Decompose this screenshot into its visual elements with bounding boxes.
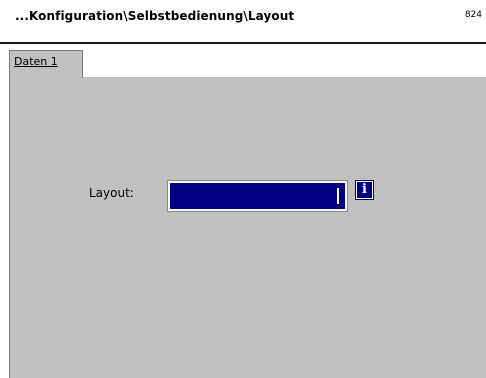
form-panel <box>9 77 486 378</box>
info-icon[interactable]: i <box>355 180 374 200</box>
tab-label: Daten 1 <box>14 55 58 68</box>
layout-label: Layout: <box>89 186 134 200</box>
title-bar: ...Konfiguration\Selbstbedienung\Layout … <box>0 0 486 44</box>
window-title: ...Konfiguration\Selbstbedienung\Layout <box>15 9 295 23</box>
tab-daten-1[interactable]: Daten 1 <box>9 50 83 78</box>
layout-input[interactable] <box>167 180 348 212</box>
text-cursor <box>337 188 339 204</box>
tab-strip: Daten 1 <box>9 44 486 78</box>
info-icon-glyph: i <box>362 182 367 197</box>
screen-code: 824 <box>464 10 482 20</box>
